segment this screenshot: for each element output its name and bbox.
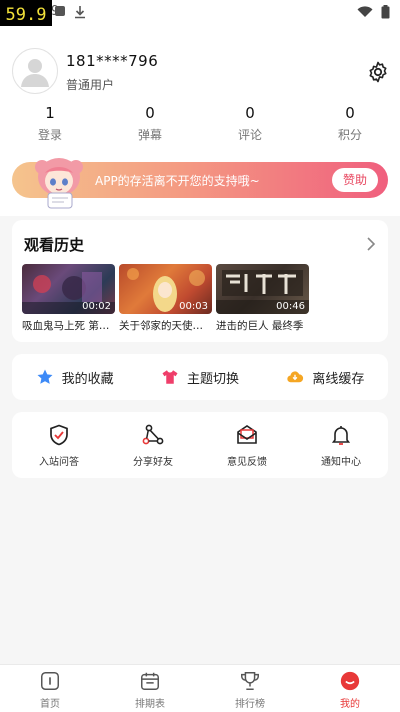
- tab-label: 我的: [340, 699, 360, 710]
- star-icon: [37, 369, 53, 384]
- banner-text: APP的存活离不开您的支持哦~: [95, 174, 260, 188]
- me-icon: [340, 671, 360, 691]
- tool-label: 分享好友: [133, 456, 173, 468]
- tab-label: 排期表: [135, 699, 165, 710]
- bottom-tab-bar: 首页 排期表 排行榜 我的: [0, 664, 400, 712]
- offline-cache-button[interactable]: 离线缓存: [263, 354, 388, 400]
- favorites-button[interactable]: 我的收藏: [12, 354, 137, 400]
- mail-icon: [237, 424, 257, 444]
- gear-icon[interactable]: [366, 60, 390, 84]
- tab-schedule[interactable]: 排期表: [100, 665, 200, 712]
- tool-label: 入站问答: [39, 456, 79, 468]
- quick-action-label: 主题切换: [186, 371, 239, 387]
- quick-action-label: 我的收藏: [61, 371, 114, 387]
- theme-switch-button[interactable]: 主题切换: [137, 354, 262, 400]
- history-title: 观看历史: [24, 236, 85, 254]
- history-item-title: 关于邻家的天使大人: [119, 320, 212, 332]
- sponsor-button[interactable]: 赞助: [332, 168, 378, 192]
- download-icon: [287, 371, 304, 383]
- avatar[interactable]: [12, 48, 58, 94]
- stat-label: 登录: [37, 128, 62, 142]
- history-item-title: 进击的巨人 最终季: [216, 320, 304, 332]
- stat-login[interactable]: 1 登录: [0, 104, 100, 143]
- wifi-icon: [357, 6, 373, 18]
- tab-label: 首页: [40, 699, 60, 710]
- history-item[interactable]: 00:46 进击的巨人 最终季: [216, 264, 309, 333]
- download-status-icon: [75, 6, 85, 19]
- tool-label: 通知中心: [321, 456, 361, 468]
- history-thumbnail: 00:02: [22, 264, 115, 314]
- shirt-icon: [162, 370, 178, 384]
- mascot-illustration: [35, 158, 83, 209]
- stat-value: 0: [345, 104, 355, 122]
- stat-value: 1: [45, 104, 55, 122]
- home-icon: [41, 672, 59, 690]
- tab-me[interactable]: 我的: [300, 665, 400, 712]
- stat-points[interactable]: 0 积分: [300, 104, 400, 143]
- quick-action-label: 离线缓存: [312, 371, 365, 387]
- tab-home[interactable]: 首页: [0, 665, 100, 712]
- duration-label: 00:03: [179, 301, 208, 312]
- share-friends-button[interactable]: 分享好友: [106, 412, 200, 478]
- duration-label: 00:46: [276, 301, 305, 312]
- stats-row: 1 登录 0 弹幕 0 评论 0 积分: [0, 104, 400, 143]
- trophy-icon: [241, 672, 259, 690]
- stat-danmaku[interactable]: 0 弹幕: [100, 104, 200, 143]
- tool-label: 意见反馈: [227, 456, 267, 468]
- notification-center-button[interactable]: 通知中心: [294, 412, 388, 478]
- stat-label: 积分: [337, 128, 362, 142]
- history-item[interactable]: 00:02 吸血鬼马上死 第二季: [22, 264, 115, 333]
- stat-value: 0: [245, 104, 255, 122]
- history-item[interactable]: 00:03 关于邻家的天使大人: [119, 264, 212, 333]
- user-type: 普通用户: [66, 78, 115, 92]
- shield-check-icon: [50, 424, 68, 445]
- username: 181****796: [66, 52, 159, 70]
- duration-label: 00:02: [82, 301, 111, 312]
- quick-actions-card: 我的收藏 主题切换 离线缓存: [12, 354, 388, 400]
- history-thumbnail: 00:03: [119, 264, 212, 314]
- bell-icon: [331, 425, 351, 445]
- tab-label: 排行榜: [235, 699, 265, 710]
- stat-comments[interactable]: 0 评论: [200, 104, 300, 143]
- watch-history-card: 观看历史 00:02 吸血鬼马上死 第二季 00:03 关于邻家的天使大人 00…: [12, 220, 388, 342]
- feedback-button[interactable]: 意见反馈: [200, 412, 294, 478]
- battery-icon: [381, 5, 390, 19]
- chevron-right-icon[interactable]: [366, 236, 376, 252]
- history-item-title: 吸血鬼马上死 第二季: [22, 320, 115, 332]
- status-bar: 4:59: [0, 0, 400, 26]
- site-qa-button[interactable]: 入站问答: [12, 412, 106, 478]
- share-icon: [142, 424, 164, 444]
- calendar-icon: [141, 672, 159, 690]
- stat-label: 弹幕: [137, 128, 162, 142]
- user-avatar-icon: [21, 59, 49, 87]
- history-thumbnail: 00:46: [216, 264, 309, 314]
- notification-icon: [55, 6, 65, 16]
- tab-ranking[interactable]: 排行榜: [200, 665, 300, 712]
- tools-card: 入站问答 分享好友 意见反馈 通知中心: [12, 412, 388, 478]
- stat-value: 0: [145, 104, 155, 122]
- stat-label: 评论: [237, 128, 262, 142]
